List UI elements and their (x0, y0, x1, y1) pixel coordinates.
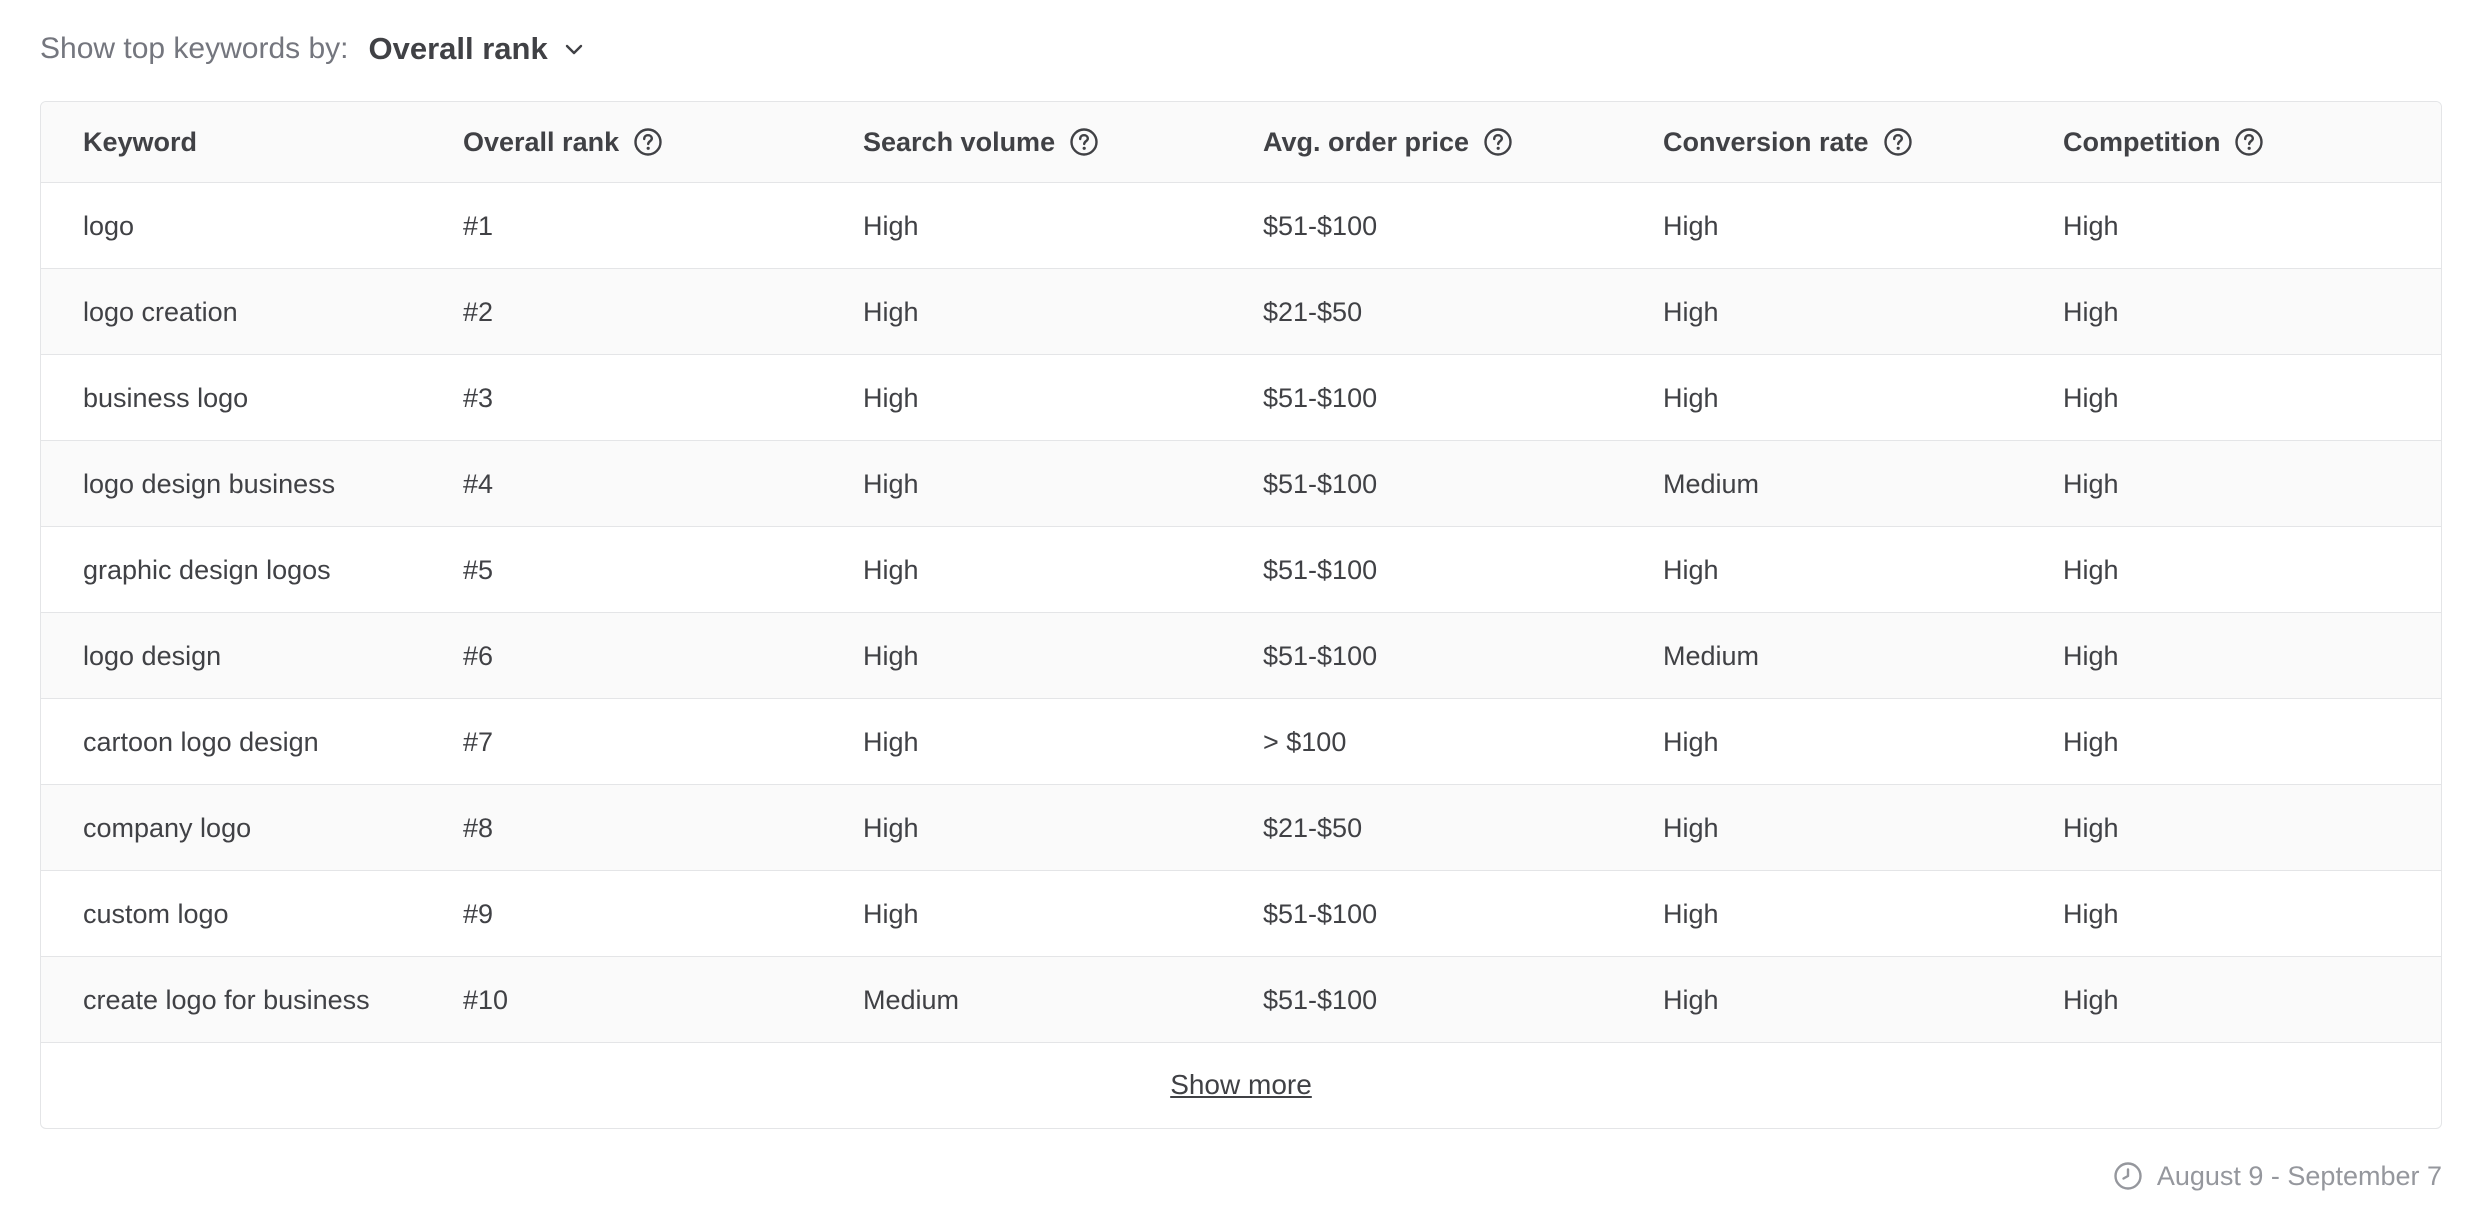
date-range: August 9 - September 7 (2113, 1158, 2442, 1194)
table-row: logo #1 High $51-$100 High High (41, 183, 2441, 269)
help-icon[interactable] (2234, 127, 2264, 157)
table-header: Keyword Overall rank Search volume Avg. … (41, 102, 2441, 183)
cell-search-volume: High (863, 726, 919, 757)
help-icon[interactable] (633, 127, 663, 157)
table-row: create logo for business #10 Medium $51-… (41, 957, 2441, 1043)
chevron-down-icon (562, 36, 588, 62)
table-row: logo design business #4 High $51-$100 Me… (41, 441, 2441, 527)
cell-overall-rank: #9 (463, 898, 494, 929)
cell-conversion-rate: High (1663, 984, 1719, 1015)
cell-avg-order-price: $51-$100 (1263, 898, 1378, 929)
cell-competition: High (2063, 812, 2119, 843)
cell-overall-rank: #5 (463, 554, 494, 585)
column-header-label: Search volume (863, 126, 1056, 157)
cell-keyword: logo design (83, 640, 222, 671)
keywords-table: Keyword Overall rank Search volume Avg. … (40, 101, 2442, 1129)
cell-keyword: business logo (83, 382, 249, 413)
table-row: graphic design logos #5 High $51-$100 Hi… (41, 527, 2441, 613)
column-header-label: Competition (2063, 126, 2221, 157)
cell-overall-rank: #8 (463, 812, 494, 843)
column-header-keyword: Keyword (83, 102, 197, 182)
cell-search-volume: High (863, 296, 919, 327)
cell-conversion-rate: High (1663, 382, 1719, 413)
cell-competition: High (2063, 640, 2119, 671)
table-row: business logo #3 High $51-$100 High High (41, 355, 2441, 441)
cell-keyword: custom logo (83, 898, 229, 929)
cell-competition: High (2063, 726, 2119, 757)
column-header-search-volume: Search volume (863, 102, 1099, 182)
cell-conversion-rate: Medium (1663, 640, 1760, 671)
cell-search-volume: High (863, 554, 919, 585)
cell-conversion-rate: Medium (1663, 468, 1760, 499)
cell-competition: High (2063, 898, 2119, 929)
cell-competition: High (2063, 468, 2119, 499)
help-icon[interactable] (1069, 127, 1099, 157)
cell-avg-order-price: $51-$100 (1263, 554, 1378, 585)
cell-search-volume: High (863, 812, 919, 843)
column-header-competition: Competition (2063, 102, 2264, 182)
cell-avg-order-price: $51-$100 (1263, 382, 1378, 413)
help-icon[interactable] (1883, 127, 1913, 157)
table-footer: Show more (41, 1043, 2441, 1127)
cell-avg-order-price: $51-$100 (1263, 468, 1378, 499)
cell-conversion-rate: High (1663, 898, 1719, 929)
cell-keyword: logo (83, 210, 135, 241)
cell-conversion-rate: High (1663, 726, 1719, 757)
cell-overall-rank: #4 (463, 468, 494, 499)
cell-keyword: logo creation (83, 296, 238, 327)
cell-avg-order-price: $21-$50 (1263, 812, 1363, 843)
cell-competition: High (2063, 296, 2119, 327)
keyword-filter-bar: Show top keywords by: Overall rank (40, 24, 588, 74)
cell-search-volume: High (863, 468, 919, 499)
cell-keyword: create logo for business (83, 984, 370, 1015)
cell-avg-order-price: > $100 (1263, 726, 1347, 757)
show-more-link[interactable]: Show more (1170, 1069, 1312, 1101)
column-header-overall-rank: Overall rank (463, 102, 663, 182)
cell-competition: High (2063, 554, 2119, 585)
cell-avg-order-price: $21-$50 (1263, 296, 1363, 327)
column-header-label: Keyword (83, 126, 198, 157)
column-header-label: Conversion rate (1663, 126, 1869, 157)
cell-keyword: company logo (83, 812, 252, 843)
sort-by-selected-value: Overall rank (368, 31, 548, 66)
table-row: logo creation #2 High $21-$50 High High (41, 269, 2441, 355)
cell-conversion-rate: High (1663, 210, 1719, 241)
cell-overall-rank: #1 (463, 210, 494, 241)
date-range-text: August 9 - September 7 (2156, 1160, 2442, 1191)
cell-competition: High (2063, 382, 2119, 413)
cell-overall-rank: #6 (463, 640, 494, 671)
cell-competition: High (2063, 984, 2119, 1015)
column-header-label: Overall rank (463, 126, 620, 157)
cell-keyword: logo design business (83, 468, 336, 499)
help-icon[interactable] (1483, 127, 1513, 157)
table-row: custom logo #9 High $51-$100 High High (41, 871, 2441, 957)
cell-avg-order-price: $51-$100 (1263, 210, 1378, 241)
table-row: logo design #6 High $51-$100 Medium High (41, 613, 2441, 699)
cell-overall-rank: #3 (463, 382, 494, 413)
cell-search-volume: High (863, 640, 919, 671)
cell-overall-rank: #7 (463, 726, 494, 757)
cell-avg-order-price: $51-$100 (1263, 640, 1378, 671)
cell-keyword: cartoon logo design (83, 726, 319, 757)
cell-search-volume: High (863, 382, 919, 413)
cell-search-volume: High (863, 898, 919, 929)
cell-overall-rank: #10 (463, 984, 509, 1015)
cell-conversion-rate: High (1663, 296, 1719, 327)
cell-keyword: graphic design logos (83, 554, 331, 585)
column-header-label: Avg. order price (1263, 126, 1470, 157)
sort-by-dropdown[interactable]: Overall rank (368, 31, 587, 67)
cell-overall-rank: #2 (463, 296, 494, 327)
clock-icon (2113, 1161, 2143, 1191)
column-header-conversion-rate: Conversion rate (1663, 102, 1913, 182)
cell-search-volume: High (863, 210, 919, 241)
cell-conversion-rate: High (1663, 554, 1719, 585)
table-row: company logo #8 High $21-$50 High High (41, 785, 2441, 871)
cell-competition: High (2063, 210, 2119, 241)
column-header-avg-order-price: Avg. order price (1263, 102, 1513, 182)
table-row: cartoon logo design #7 High > $100 High … (41, 699, 2441, 785)
filter-label: Show top keywords by: (40, 32, 349, 65)
cell-conversion-rate: High (1663, 812, 1719, 843)
cell-search-volume: Medium (863, 984, 960, 1015)
cell-avg-order-price: $51-$100 (1263, 984, 1378, 1015)
